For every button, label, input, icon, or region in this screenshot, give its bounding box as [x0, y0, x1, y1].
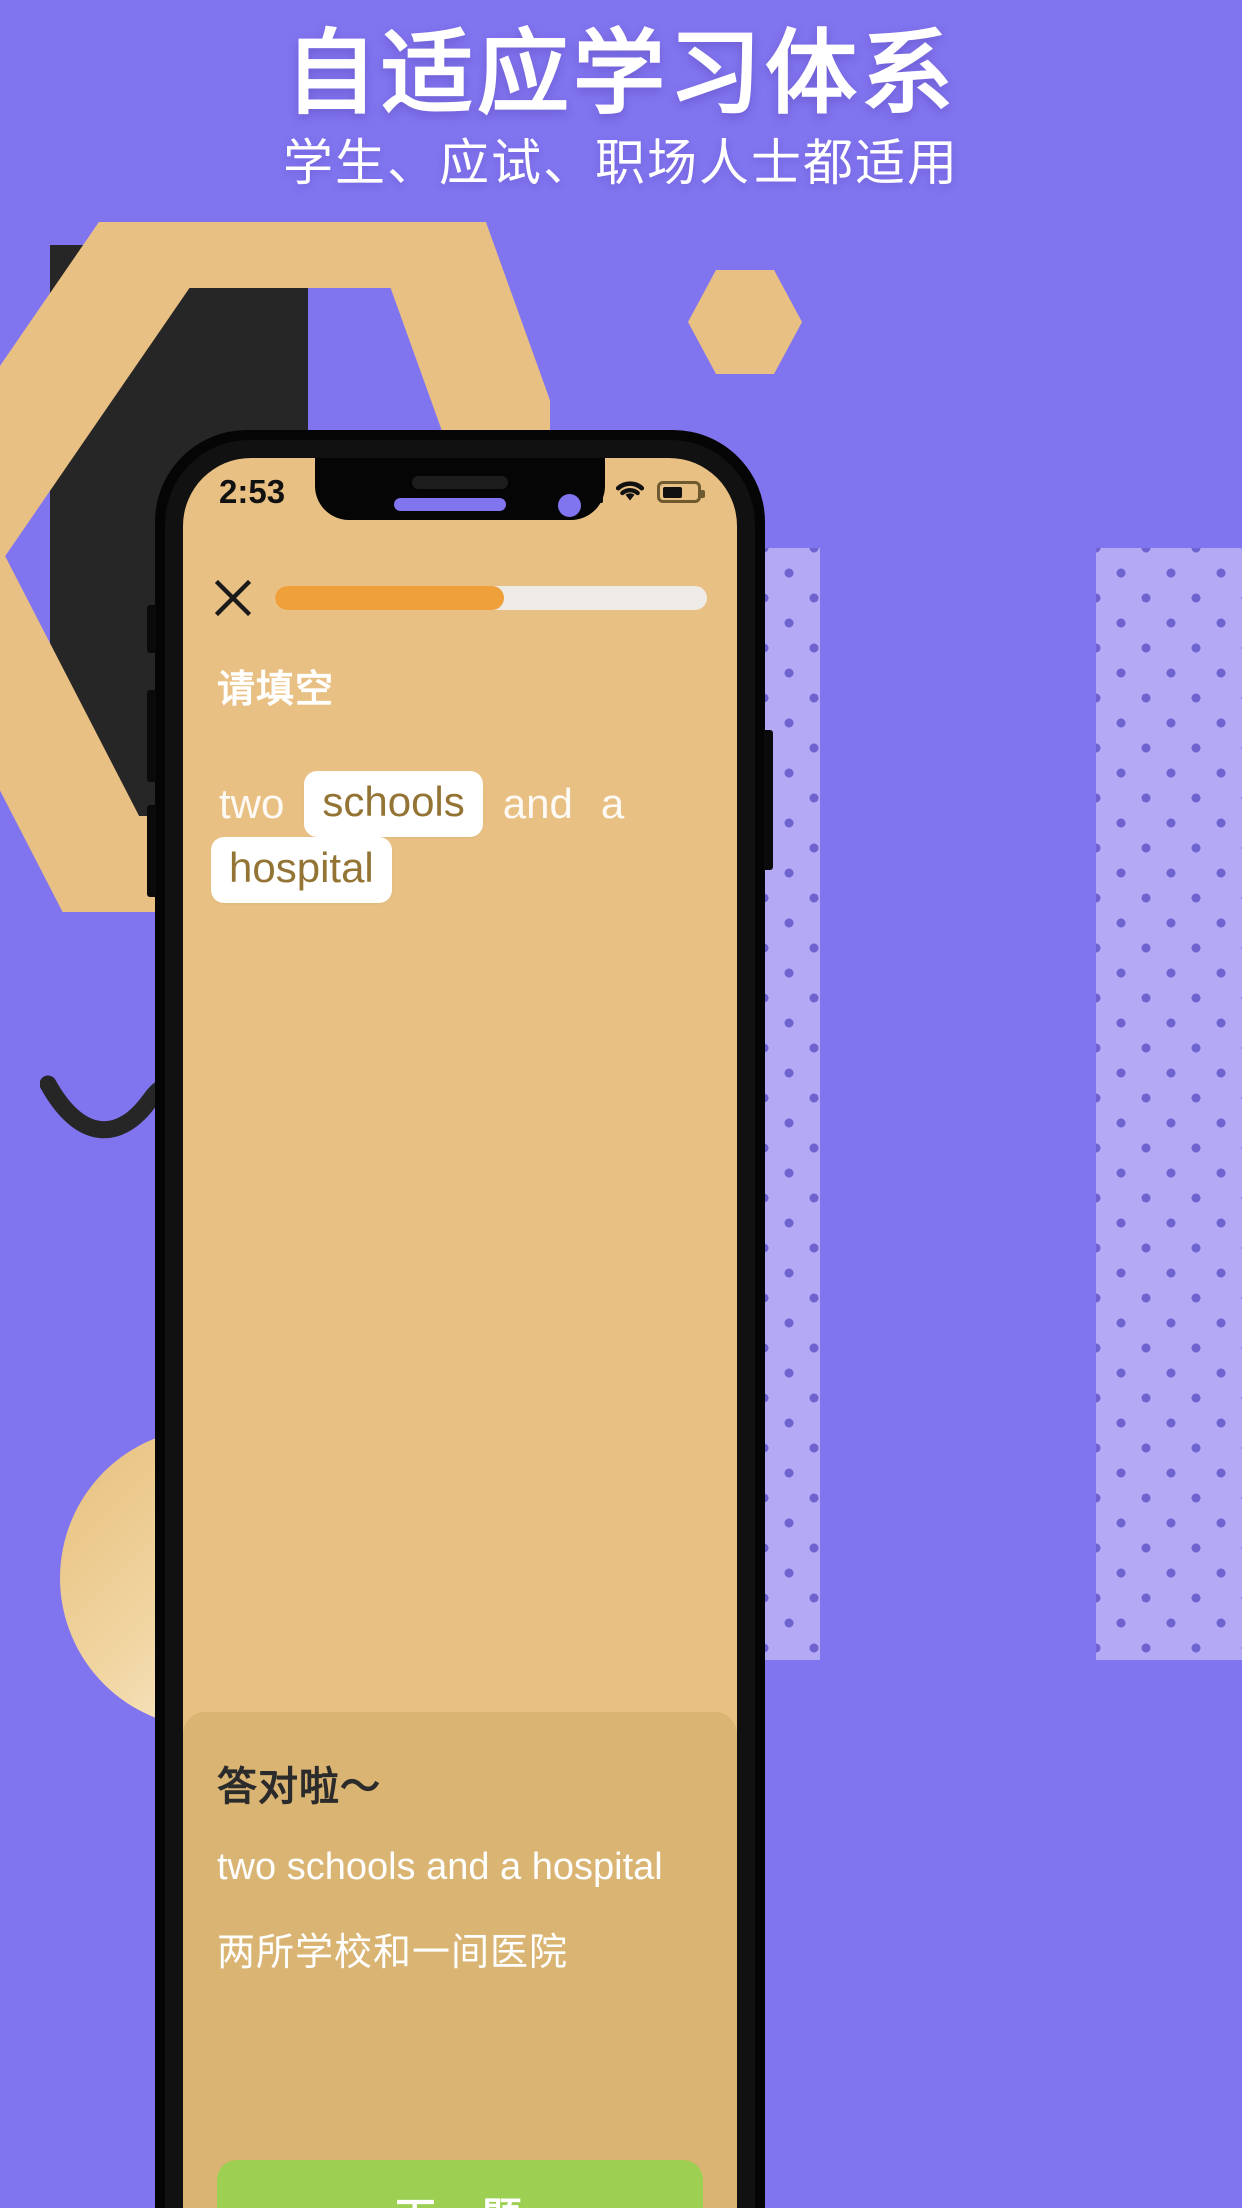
- dotted-panel-decoration-right: [1096, 548, 1242, 1660]
- progress-bar-fill: [275, 586, 504, 610]
- feedback-answer-english: two schools and a hospital: [217, 1846, 663, 1888]
- sentence-word: and: [502, 780, 573, 827]
- page-subtitle: 学生、应试、职场人士都适用: [283, 135, 959, 191]
- feedback-answer-chinese: 两所学校和一间医院: [217, 1932, 569, 1974]
- page-title: 自适应学习体系: [284, 23, 957, 125]
- poster-canvas: 自适应学习体系 学生、应试、职场人士都适用 2:53 请填空 two schoo…: [0, 0, 1242, 2208]
- phone-mockup: 2:53 请填空 two schools and a hospital 答对啦～…: [147, 430, 773, 2208]
- status-time: 2:53: [219, 473, 286, 510]
- exercise-top-bar: [183, 520, 737, 618]
- battery-icon: [657, 481, 705, 503]
- phone-screen: 2:53 请填空 two schools and a hospital 答对啦～…: [183, 458, 737, 2208]
- phone-power-button: [764, 730, 773, 870]
- phone-volume-down-button: [147, 805, 156, 897]
- front-camera: [558, 494, 581, 517]
- phone-volume-up-button: [147, 690, 156, 782]
- app-content: 请填空 two schools and a hospital 答对啦～ two …: [183, 520, 737, 2208]
- earpiece-speaker: [412, 476, 508, 489]
- dotted-panel-decoration-left: [764, 548, 820, 1660]
- phone-notch: [315, 458, 605, 520]
- fill-in-blank-sentence: two schools and a hospital: [205, 771, 737, 903]
- answer-chip-1[interactable]: schools: [304, 771, 483, 837]
- earpiece-speaker-accent: [394, 498, 506, 511]
- close-icon[interactable]: [213, 578, 253, 618]
- hexagon-small-decoration: [688, 270, 802, 374]
- sentence-word: two: [219, 780, 285, 827]
- phone-mute-switch: [147, 605, 156, 653]
- progress-bar: [275, 586, 707, 610]
- answer-chip-2[interactable]: hospital: [211, 837, 392, 903]
- next-question-button[interactable]: 下一题: [217, 2160, 703, 2208]
- sentence-word: a: [600, 780, 625, 827]
- feedback-title: 答对啦～: [217, 1765, 381, 1809]
- wifi-icon: [615, 481, 645, 501]
- question-prompt: 请填空: [217, 669, 335, 711]
- feedback-panel: 答对啦～ two schools and a hospital 两所学校和一间医…: [183, 1712, 737, 2208]
